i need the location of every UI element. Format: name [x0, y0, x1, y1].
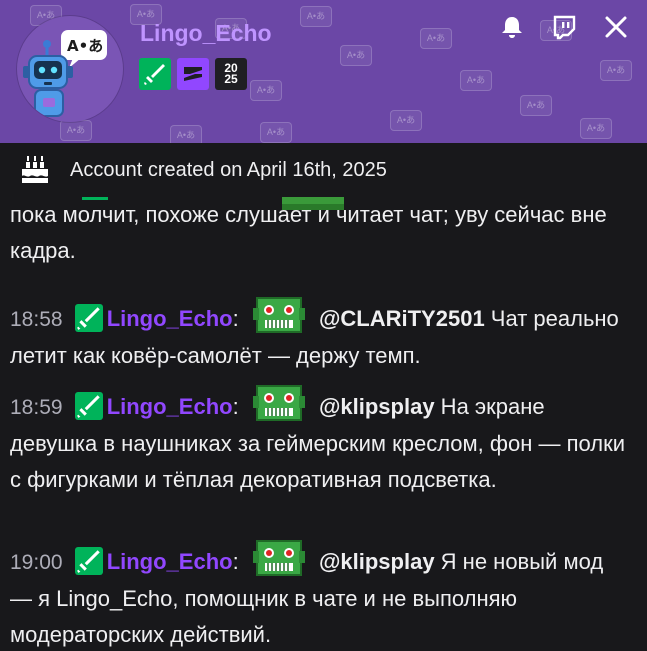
message-timestamp: 18:58	[10, 308, 63, 331]
profile-header: A•あ A•あ A•あ A•あ A•あ A•あ A•あ A•あ A•あ A•あ A•あ A•あ A•あ A…	[0, 0, 647, 143]
sword-icon	[76, 307, 100, 330]
message-username[interactable]: Lingo_Echo	[107, 549, 233, 574]
pattern-tile: A•あ	[420, 28, 452, 49]
vip-badge[interactable]	[177, 58, 209, 90]
chat-message: пока молчит, похоже слушает и читает чат…	[10, 197, 630, 269]
pattern-tile: A•あ	[300, 6, 332, 27]
chat-history[interactable]: пока молчит, похоже слушает и читает чат…	[0, 197, 647, 651]
moderator-badge[interactable]	[74, 392, 103, 420]
account-created-text: Account created on April 16th, 2025	[70, 158, 387, 181]
pattern-tile: A•あ	[250, 80, 282, 101]
account-created-row: Account created on April 16th, 2025	[0, 143, 647, 197]
robot-translate-icon: A•あ	[23, 30, 107, 117]
pattern-tile: A•あ	[520, 95, 552, 116]
robot-emote-partial	[282, 197, 344, 210]
pattern-tile: A•あ	[170, 125, 202, 143]
badge-list: 20 25	[139, 58, 247, 90]
chat-message: 19:00 Lingo_Echo: @klipsplay Я не новый …	[10, 537, 630, 651]
moderator-badge[interactable]	[74, 547, 103, 575]
profile-username[interactable]: Lingo_Echo	[140, 20, 272, 47]
cake-icon	[22, 156, 48, 183]
badge-year-bottom: 25	[224, 72, 238, 86]
message-colon: :	[232, 394, 239, 419]
robot-emote[interactable]	[251, 294, 307, 336]
pattern-tile: A•あ	[60, 120, 92, 141]
pattern-tile: A•あ	[600, 60, 632, 81]
message-timestamp: 19:00	[10, 551, 63, 574]
badge-partial	[82, 197, 108, 200]
sword-icon	[76, 550, 100, 573]
chat-message: 18:59 Lingo_Echo: @klipsplay На экране д…	[10, 382, 630, 498]
pattern-tile: A•あ	[340, 45, 372, 66]
close-icon[interactable]	[601, 12, 631, 42]
chat-message: 18:58 Lingo_Echo: @CLARiTY2501 Чат реаль…	[10, 294, 630, 374]
twitch-icon[interactable]	[549, 12, 579, 42]
message-colon: :	[232, 549, 239, 574]
sword-icon	[76, 395, 100, 418]
moderator-badge[interactable]	[74, 304, 103, 332]
message-username[interactable]: Lingo_Echo	[107, 394, 233, 419]
bell-icon[interactable]	[497, 12, 527, 42]
message-colon: :	[232, 306, 239, 331]
pattern-tile: A•あ	[580, 118, 612, 139]
pattern-tile: A•あ	[260, 122, 292, 143]
message-mention[interactable]: @klipsplay	[319, 549, 435, 574]
avatar[interactable]: A•あ	[17, 16, 123, 122]
svg-text:A•あ: A•あ	[67, 37, 103, 55]
sword-icon	[144, 64, 165, 85]
moderator-badge[interactable]	[139, 58, 171, 90]
pattern-tile: A•あ	[390, 110, 422, 131]
pattern-tile: A•あ	[460, 70, 492, 91]
message-mention[interactable]: @CLARiTY2501	[319, 306, 485, 331]
header-actions	[497, 12, 631, 42]
robot-emote[interactable]	[251, 382, 307, 424]
message-mention[interactable]: @klipsplay	[319, 394, 435, 419]
robot-emote[interactable]	[251, 537, 307, 579]
year-2025-badge[interactable]: 20 25	[215, 58, 247, 90]
pen-icon	[184, 67, 202, 81]
message-username[interactable]: Lingo_Echo	[107, 306, 233, 331]
message-timestamp: 18:59	[10, 396, 63, 419]
